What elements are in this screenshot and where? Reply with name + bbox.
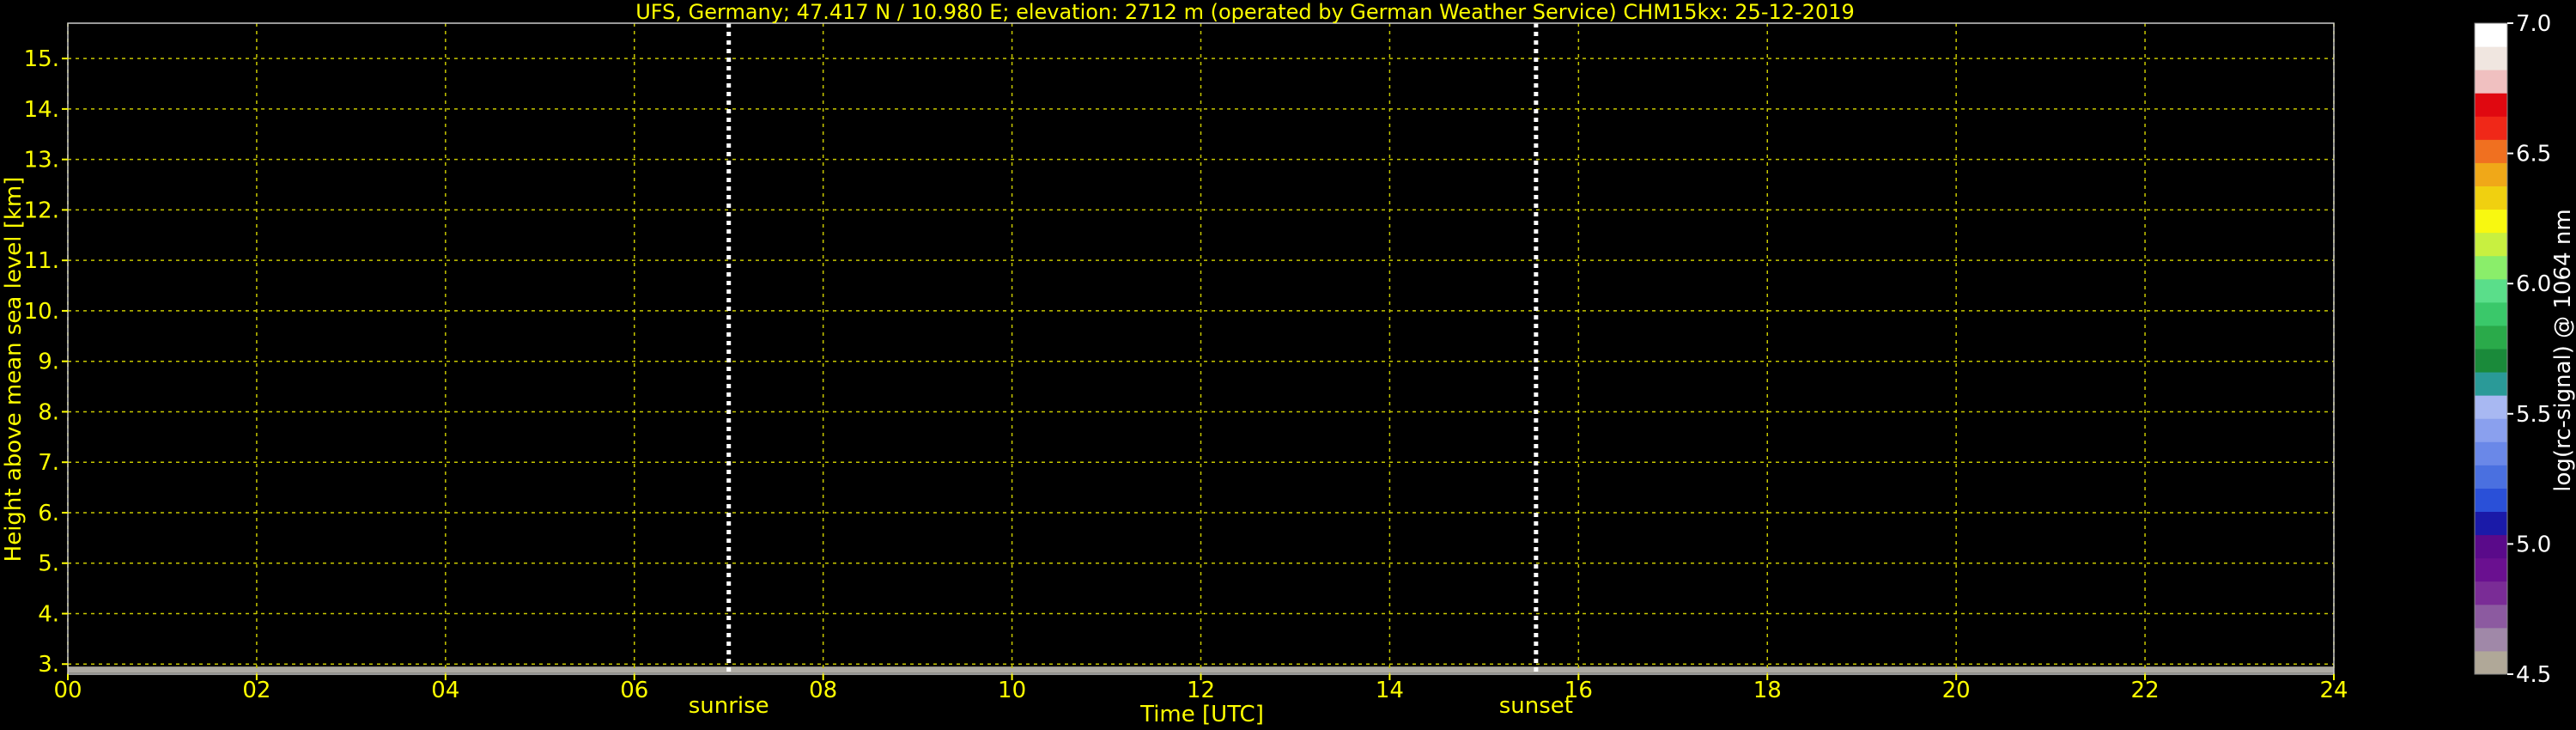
y-tick-label: 5. — [38, 551, 59, 577]
colorbar-segment — [2475, 627, 2507, 652]
colorbar-segment — [2475, 93, 2507, 117]
x-tick-label: 10 — [998, 678, 1026, 703]
colorbar-tick-label: 5.5 — [2516, 402, 2551, 428]
y-tick-label: 7. — [38, 450, 59, 476]
y-tick-label: 12. — [24, 198, 59, 223]
colorbar-segment — [2475, 511, 2507, 536]
colorbar-segment — [2475, 441, 2507, 465]
colorbar-segment — [2475, 23, 2507, 47]
x-tick-label: 20 — [1942, 678, 1971, 703]
x-tick-label: 18 — [1753, 678, 1782, 703]
colorbar-tick-label: 7.0 — [2516, 11, 2551, 37]
colorbar-segment — [2475, 70, 2507, 94]
x-tick-label: 04 — [431, 678, 459, 703]
y-tick-label: 3. — [38, 652, 59, 678]
lidar-quicklook-chart: sunrise sunset 00 02 04 06 08 10 12 14 16 18 20 22 24… — [1, 0, 2576, 727]
colorbar-segment — [2475, 116, 2507, 140]
colorbar-segment — [2475, 255, 2507, 280]
colorbar-segment — [2475, 349, 2507, 373]
colorbar-segment — [2475, 418, 2507, 442]
boundary-layer — [756, 613, 1390, 657]
colorbar-segment — [2475, 325, 2507, 350]
colorbar-segment — [2475, 488, 2507, 512]
night-signal-am — [68, 23, 729, 674]
colorbar-segment — [2475, 232, 2507, 257]
x-tick-label: 02 — [242, 678, 270, 703]
colorbar-segment — [2475, 557, 2507, 582]
boundary-layer-core — [974, 618, 1315, 649]
colorbar-segment — [2475, 209, 2507, 234]
colorbar-tick-label: 6.5 — [2516, 142, 2551, 167]
y-tick-label: 14. — [24, 97, 59, 123]
x-tick-label: 08 — [809, 678, 837, 703]
colorbar-segment — [2475, 139, 2507, 163]
x-tick-label: 22 — [2131, 678, 2160, 703]
colorbar-segment — [2475, 534, 2507, 559]
chart-title: UFS, Germany; 47.417 N / 10.980 E; eleva… — [635, 0, 1855, 24]
colorbar-label: log(rc-signal) @ 1064 nm — [2550, 209, 2576, 491]
day-night-transition — [1424, 23, 1536, 639]
colorbar-segment — [2475, 186, 2507, 210]
y-tick-label: 4. — [38, 601, 59, 627]
y-tick-label: 6. — [38, 501, 59, 526]
day-signal — [728, 23, 1536, 654]
colorbar-segment — [2475, 581, 2507, 605]
x-tick-label: 14 — [1376, 678, 1404, 703]
colorbar: 4.5 5.0 5.5 6.0 6.5 7.0 — [2474, 11, 2551, 688]
sunset-label: sunset — [1499, 693, 1573, 719]
x-axis-label: Time [UTC] — [1139, 702, 1264, 727]
y-tick-label: 11. — [24, 248, 59, 274]
colorbar-tick-label: 4.5 — [2516, 662, 2551, 688]
x-tick-label: 06 — [620, 678, 648, 703]
y-tick-label: 9. — [38, 350, 59, 375]
y-axis-label: Height above mean sea level [km] — [1, 177, 27, 563]
y-tick-label: 8. — [38, 399, 59, 425]
colorbar-segment — [2475, 162, 2507, 186]
colorbar-tick-label: 6.0 — [2516, 271, 2551, 297]
y-tick-label: 15. — [24, 46, 59, 72]
night-signal-pm — [1535, 23, 2334, 674]
y-tick-label: 10. — [24, 299, 59, 325]
x-tick-label: 00 — [53, 678, 82, 703]
colorbar-segment — [2475, 395, 2507, 419]
colorbar-segment — [2475, 372, 2507, 396]
colorbar-segment — [2475, 650, 2507, 675]
colorbar-segment — [2475, 465, 2507, 489]
colorbar-segment — [2475, 278, 2507, 303]
y-tick-label: 13. — [24, 148, 59, 173]
colorbar-segment — [2475, 604, 2507, 629]
colorbar-segment — [2475, 301, 2507, 326]
sunrise-label: sunrise — [689, 693, 769, 719]
x-tick-label: 12 — [1187, 678, 1215, 703]
colorbar-segment — [2475, 46, 2507, 70]
x-tick-label: 24 — [2319, 678, 2348, 703]
x-tick-label: 16 — [1564, 678, 1593, 703]
colorbar-tick-label: 5.0 — [2516, 532, 2551, 557]
